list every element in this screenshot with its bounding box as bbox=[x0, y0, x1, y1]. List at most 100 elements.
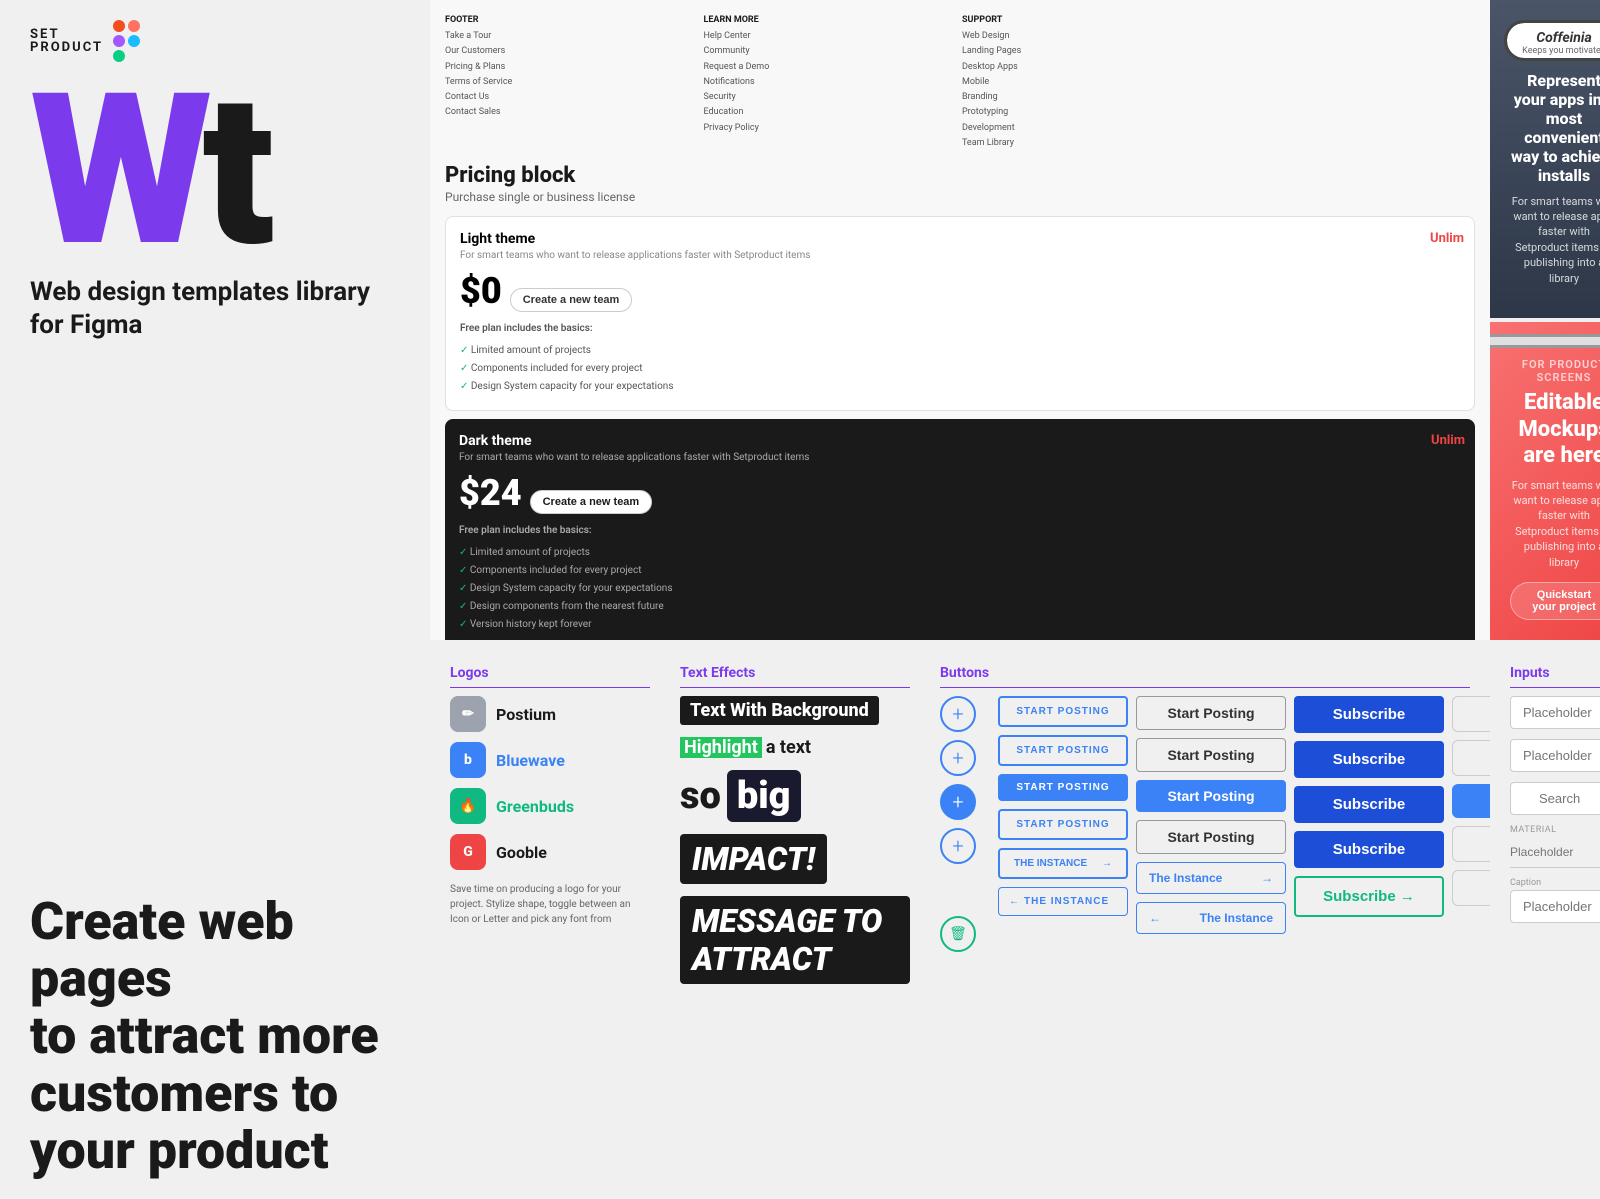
inputs-label: Inputs bbox=[1510, 665, 1600, 688]
input-placeholder-2[interactable] bbox=[1510, 739, 1600, 772]
pricing-dark-card: Unlim Dark theme For smart teams who wan… bbox=[445, 419, 1475, 640]
search-input-1[interactable] bbox=[1510, 782, 1600, 815]
trash-circle[interactable]: 🗑 bbox=[940, 916, 976, 952]
gooble-name: Gooble bbox=[496, 843, 547, 862]
pricing-light-card: Unlim Light theme For smart teams who wa… bbox=[445, 216, 1475, 411]
postium-name: Postium bbox=[496, 705, 556, 724]
the-instance-text-back[interactable]: ←The Instance bbox=[1136, 902, 1286, 934]
effect-big-text: big bbox=[737, 774, 791, 818]
pricing-dark-desc: For smart teams who want to release appl… bbox=[459, 451, 1461, 464]
pricing-block: Pricing block Purchase single or busines… bbox=[445, 163, 1475, 640]
greenbuds-name: Greenbuds bbox=[496, 797, 574, 816]
list-item: Text With Background bbox=[680, 696, 910, 725]
hero-headline: Create web pages to attract more custome… bbox=[30, 893, 400, 1179]
subscribe-btn-2[interactable]: Subscribe bbox=[1294, 741, 1444, 778]
bottom-section: Logos ✏ Postium b Bluewave 🔥 Greenbuds G… bbox=[430, 640, 1490, 1199]
list-item: 🔥 Greenbuds bbox=[450, 788, 650, 824]
list-item: ✏ Postium bbox=[450, 696, 650, 732]
logos-label: Logos bbox=[450, 665, 650, 688]
logos-section: Logos ✏ Postium b Bluewave 🔥 Greenbuds G… bbox=[450, 665, 650, 1179]
subscribe-btn-1[interactable]: Subscribe bbox=[1294, 696, 1444, 733]
pricing-light-features: Free plan includes the basics: Limited a… bbox=[460, 320, 1460, 396]
letter-w: W bbox=[30, 82, 203, 261]
pricing-dark-price-row: $24 Create a new team bbox=[459, 472, 1461, 514]
start-posting-outline-2[interactable]: START POSTING bbox=[998, 735, 1128, 766]
start-posting-text-3[interactable]: Start Posting bbox=[1136, 780, 1286, 812]
plus-circle-1[interactable]: + bbox=[940, 696, 976, 732]
plus-circle-2[interactable]: + bbox=[940, 740, 976, 776]
pricing-title: Pricing block bbox=[445, 163, 1475, 188]
the-instance-text-forward[interactable]: The Instance→ bbox=[1136, 862, 1286, 894]
card-mockups: For product screens Editable Mockups are… bbox=[1490, 322, 1600, 640]
inputs-section: Inputs 🔍 🎤 🔍 › MATERIAL MATERIAL bbox=[1490, 640, 1600, 1199]
pricing-light-cta[interactable]: Create a new team bbox=[510, 288, 633, 312]
input-placeholder-1[interactable] bbox=[1510, 696, 1600, 729]
subscribe-buttons-col: Subscribe Subscribe Subscribe Subscribe … bbox=[1294, 696, 1444, 917]
main-grid: SET PRODUCT W t Web design templates lib… bbox=[0, 0, 1600, 1199]
buttons-grid: + + + + 🗑 START POSTING START POSTING ST… bbox=[940, 696, 1470, 952]
start-posting-text-4[interactable]: Start Posting bbox=[1136, 820, 1286, 854]
start-posting-text-1[interactable]: Start Posting bbox=[1136, 696, 1286, 730]
phone-app-name: Coffeinia bbox=[1536, 30, 1592, 46]
figma-dot-purple bbox=[113, 35, 125, 47]
effect-highlight: Highlighta text bbox=[680, 737, 811, 758]
card-1-desc: For smart teams who want to release apps… bbox=[1510, 194, 1600, 286]
text-buttons-col: Start Posting Start Posting Start Postin… bbox=[1136, 696, 1286, 934]
subscribe-btn-3[interactable]: Subscribe bbox=[1294, 786, 1444, 823]
left-panel: SET PRODUCT W t Web design templates lib… bbox=[0, 0, 430, 1199]
wt-display: W t bbox=[30, 82, 400, 261]
card-1-heading: Represent your apps in a most convenient… bbox=[1510, 71, 1600, 186]
list-item: G Gooble bbox=[450, 834, 650, 870]
plus-circle-3[interactable]: + bbox=[940, 828, 976, 864]
caption-input-1[interactable] bbox=[1510, 890, 1600, 923]
list-item: so big bbox=[680, 770, 910, 822]
buttons-section: Buttons + + + + 🗑 START POSTING START PO… bbox=[940, 665, 1470, 1179]
search-wrapper-1: 🔍 🎤 bbox=[1510, 782, 1600, 815]
pricing-light-amount: $0 bbox=[460, 270, 502, 312]
nav-col-learn-label: LEARN MORE bbox=[704, 15, 959, 25]
pricing-dark-cta[interactable]: Create a new team bbox=[530, 490, 653, 514]
material-input-1-group: MATERIAL bbox=[1510, 825, 1600, 868]
right-panel-top: Footer Take a Tour Our Customers Pricing… bbox=[430, 0, 1490, 640]
effect-impact: Impact! bbox=[680, 834, 827, 884]
card-3-cta[interactable]: Quickstart your project bbox=[1510, 582, 1600, 620]
list-item: message to attract bbox=[680, 896, 910, 984]
greenbuds-icon: 🔥 bbox=[450, 788, 486, 824]
plus-circles-col: + + + + 🗑 bbox=[940, 696, 990, 952]
start-posting-outline-1[interactable]: START POSTING bbox=[998, 696, 1128, 727]
start-posting-outline-3[interactable]: START POSTING bbox=[998, 809, 1128, 840]
bluewave-icon: b bbox=[450, 742, 486, 778]
pricing-dark-features: Free plan includes the basics: Limited a… bbox=[459, 522, 1461, 634]
pricing-light-price-row: $0 Create a new team bbox=[460, 270, 1460, 312]
phone-app-sub: Keeps you motivated bbox=[1522, 46, 1600, 56]
pricing-dark-label: Dark theme bbox=[459, 433, 1461, 449]
text-effects-label: Text Effects bbox=[680, 665, 910, 688]
pricing-subtitle: Purchase single or business license bbox=[445, 190, 1475, 204]
list-item: Impact! bbox=[680, 834, 910, 884]
material-input-1[interactable] bbox=[1510, 837, 1600, 868]
pricing-light-desc: For smart teams who want to release appl… bbox=[460, 249, 1460, 262]
effect-so: so bbox=[680, 774, 721, 818]
start-posting-filled[interactable]: START POSTING bbox=[998, 774, 1128, 801]
inputs-grid: 🔍 🎤 🔍 › MATERIAL MATERIAL Caption bbox=[1510, 696, 1600, 923]
logos-desc: Save time on producing a logo for your p… bbox=[450, 882, 650, 927]
the-instance-back[interactable]: ←THE INSTANCE bbox=[998, 887, 1128, 916]
effect-big-box: big bbox=[727, 770, 801, 822]
the-instance-forward[interactable]: THE INSTANCE→ bbox=[998, 848, 1128, 879]
pricing-dark-unlim: Unlim bbox=[1431, 433, 1465, 448]
plus-circle-filled[interactable]: + bbox=[940, 784, 976, 820]
nav-col-support-label: SUPPORT bbox=[962, 15, 1217, 25]
phone-screen: Coffeinia Keeps you motivated bbox=[1507, 23, 1600, 58]
mini-footer-nav: Footer Take a Tour Our Customers Pricing… bbox=[445, 15, 1475, 151]
start-posting-text-2[interactable]: Start Posting bbox=[1136, 738, 1286, 772]
pricing-light-label: Light theme bbox=[460, 231, 1460, 247]
list-item: Highlighta text bbox=[680, 737, 910, 758]
card-3-pretitle: For product screens bbox=[1510, 358, 1600, 384]
tablet-device bbox=[1490, 334, 1600, 348]
nav-col-footer-label: Footer bbox=[445, 15, 700, 25]
buttons-label: Buttons bbox=[940, 665, 1470, 688]
logos-list: ✏ Postium b Bluewave 🔥 Greenbuds G Goobl… bbox=[450, 696, 650, 870]
subscribe-btn-4[interactable]: Subscribe bbox=[1294, 831, 1444, 868]
card-3-heading: Editable Mockups are here bbox=[1510, 390, 1600, 469]
subscribe-btn-outline[interactable]: Subscribe → bbox=[1294, 876, 1444, 917]
